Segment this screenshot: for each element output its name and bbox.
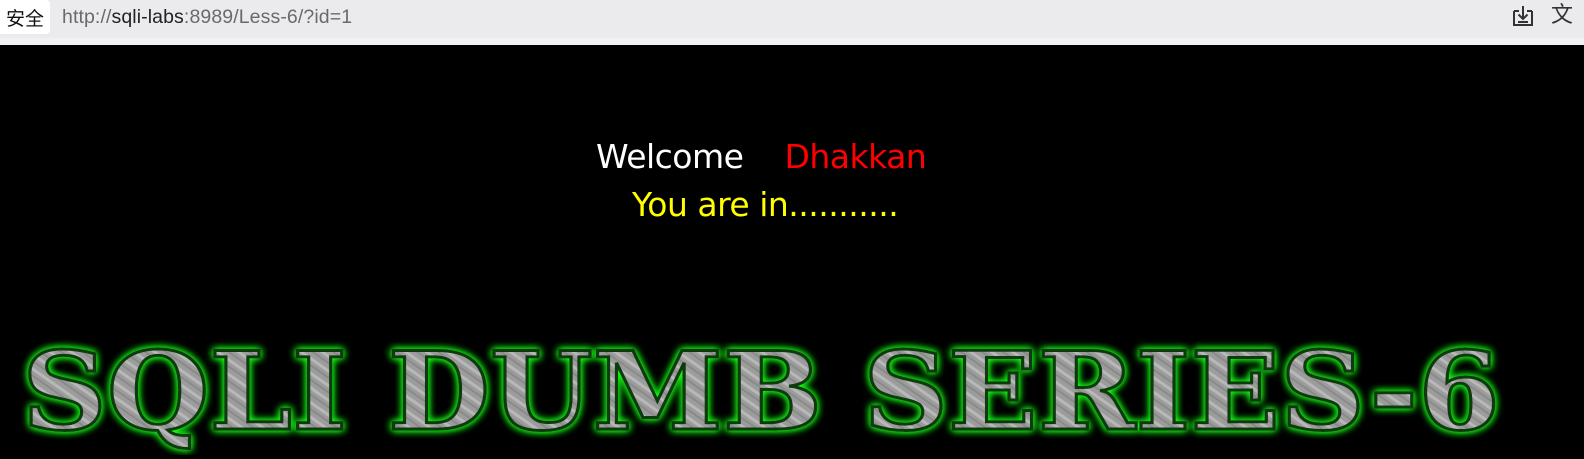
page-content: Welcome Dhakkan You are in........... SQ… [0,45,1584,457]
url-path: :8989/Less-6/?id=1 [183,5,353,28]
banner-image: SQLI DUMB SERIES-6 [0,315,1584,457]
address-bar[interactable]: http://sqli-labs:8989/Less-6/?id=1 [62,0,352,34]
download-icon[interactable] [1510,3,1536,29]
translate-glyph: 文 [1551,3,1574,28]
welcome-line: Welcome Dhakkan [596,137,927,177]
user-name: Dhakkan [784,137,927,176]
url-host: sqli-labs [111,5,184,28]
security-label: 安全 [5,7,44,30]
toolbar-divider [0,38,1584,45]
browser-toolbar: 安全 http://sqli-labs:8989/Less-6/?id=1 文 [0,0,1584,38]
security-indicator[interactable]: 安全 [0,0,50,34]
translate-icon[interactable]: 文 [1551,2,1584,30]
banner-title: SQLI DUMB SERIES-6 [22,329,1500,455]
url-prefix: http:// [62,5,112,28]
login-status: You are in........... [632,185,899,224]
welcome-text: Welcome [596,137,744,176]
banner-logo: SQLI DUMB SERIES-6 [21,328,1502,457]
